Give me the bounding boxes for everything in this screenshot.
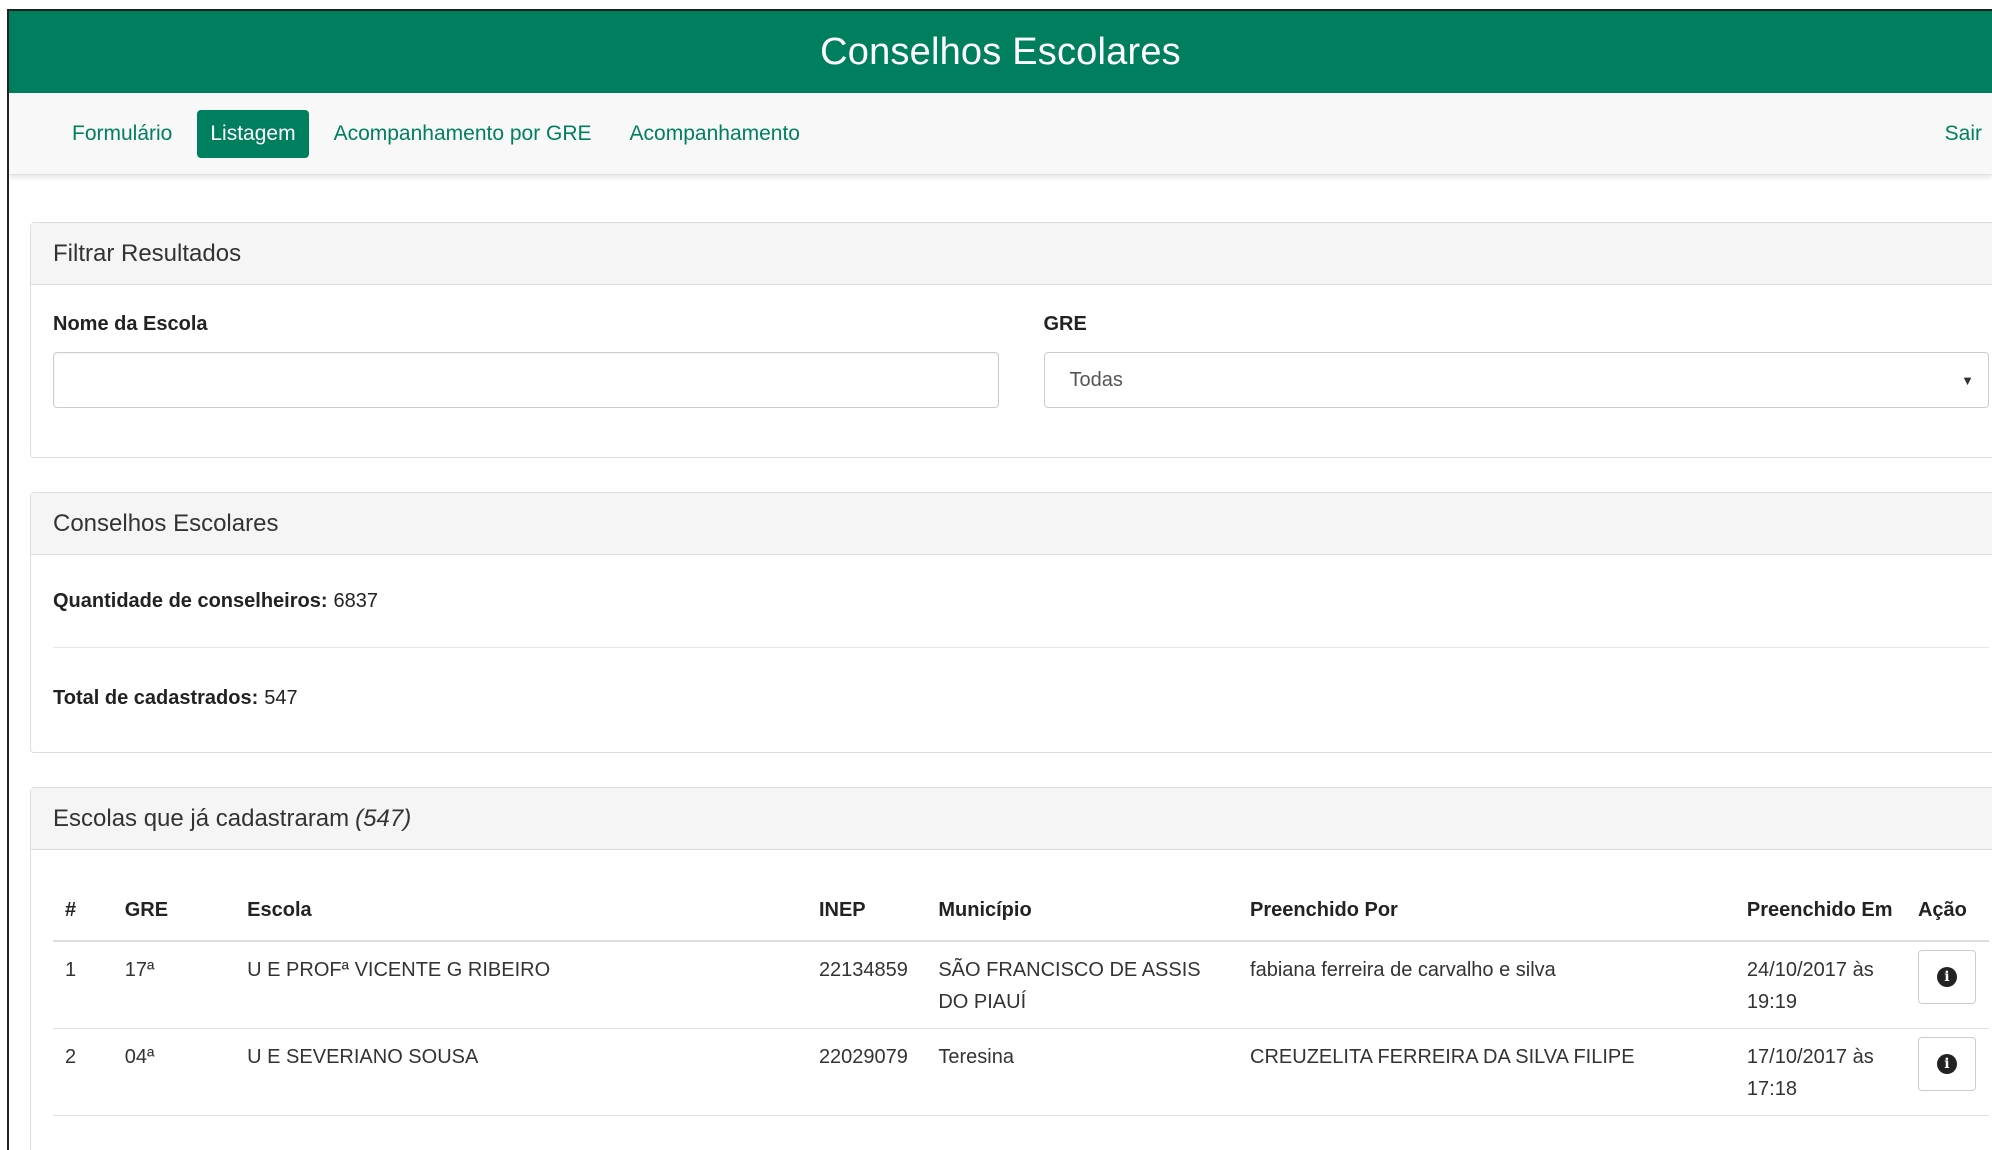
filter-panel-heading: Filtrar Resultados bbox=[31, 223, 1992, 285]
cell-filled-by: CREUZELITA FERREIRA DA SILVA FILIPE bbox=[1238, 1028, 1735, 1116]
cell-number: 2 bbox=[53, 1028, 113, 1116]
registered-count-label: Total de cadastrados: bbox=[53, 687, 259, 709]
info-button[interactable]: i bbox=[1917, 1037, 1976, 1091]
schools-list-title: Escolas que já cadastraram bbox=[53, 804, 350, 832]
table-row: 2 04ª U E SEVERIANO SOUSA 22029079 Teres… bbox=[53, 1028, 1989, 1116]
cell-gre: 17ª bbox=[112, 941, 236, 1029]
cell-inep: 22029079 bbox=[806, 1028, 927, 1116]
cell-school: U E PROFª VICENTE G RIBEIRO bbox=[235, 941, 807, 1029]
counts-body: Quantidade de conselheiros: 6837 Total d… bbox=[31, 555, 1992, 749]
column-header-number[interactable]: # bbox=[53, 886, 113, 942]
cell-action: i bbox=[1905, 1028, 1989, 1116]
app-title: Conselhos Escolares bbox=[820, 30, 1181, 73]
gre-group: GRE Todas ▼ bbox=[1043, 313, 1989, 408]
cell-filled-by: fabiana ferreira de carvalho e silva bbox=[1238, 941, 1735, 1029]
column-header-inep[interactable]: INEP bbox=[806, 886, 927, 942]
navbar: Formulário Listagem Acompanhamento por G… bbox=[9, 93, 1992, 175]
column-header-filled-by[interactable]: Preenchido Por bbox=[1238, 886, 1735, 942]
logout-link[interactable]: Sair bbox=[1945, 122, 1982, 146]
cell-action: i bbox=[1905, 941, 1989, 1029]
schools-table-wrapper: # GRE Escola INEP Município Preenchido P… bbox=[31, 850, 1992, 1116]
info-circle-icon: i bbox=[1936, 1054, 1957, 1074]
registered-count-value: 547 bbox=[264, 687, 298, 709]
nav-item-formulario[interactable]: Formulário bbox=[59, 110, 185, 158]
column-header-city[interactable]: Município bbox=[926, 886, 1239, 942]
nav-item-listagem[interactable]: Listagem bbox=[197, 109, 309, 158]
main-content: Filtrar Resultados Nome da Escola GRE To… bbox=[9, 222, 1992, 1150]
cell-filled-at: 17/10/2017 às 17:18 bbox=[1734, 1028, 1906, 1116]
councils-count-value: 6837 bbox=[333, 589, 379, 612]
gre-select-value: Todas bbox=[1069, 368, 1123, 391]
gre-label: GRE bbox=[1043, 313, 1087, 335]
cell-number: 1 bbox=[53, 941, 113, 1029]
nav-item-acompanhamento-por-gre[interactable]: Acompanhamento por GRE bbox=[321, 110, 605, 158]
school-name-label: Nome da Escola bbox=[53, 313, 208, 335]
column-header-filled-at[interactable]: Preenchido Em bbox=[1734, 886, 1906, 942]
registered-count-row: Total de cadastrados: 547 bbox=[53, 647, 1989, 749]
cell-inep: 22134859 bbox=[806, 941, 927, 1029]
filter-form: Nome da Escola GRE Todas ▼ bbox=[31, 285, 1992, 408]
app-header: Conselhos Escolares bbox=[9, 11, 1992, 93]
counts-panel-heading: Conselhos Escolares bbox=[31, 493, 1992, 555]
counts-panel: Conselhos Escolares Quantidade de consel… bbox=[30, 492, 1992, 753]
cell-gre: 04ª bbox=[112, 1028, 236, 1116]
table-header-row: # GRE Escola INEP Município Preenchido P… bbox=[53, 886, 1989, 942]
schools-list-heading: Escolas que já cadastraram (547) bbox=[31, 788, 1992, 850]
gre-select[interactable]: Todas ▼ bbox=[1043, 352, 1989, 408]
filter-panel: Filtrar Resultados Nome da Escola GRE To… bbox=[30, 222, 1992, 458]
cell-filled-at: 24/10/2017 às 19:19 bbox=[1734, 941, 1906, 1029]
schools-list-panel: Escolas que já cadastraram (547) # GRE E… bbox=[30, 787, 1992, 1150]
info-circle-icon: i bbox=[1936, 967, 1957, 987]
cell-school: U E SEVERIANO SOUSA bbox=[235, 1028, 807, 1116]
cell-city: SÃO FRANCISCO DE ASSIS DO PIAUÍ bbox=[926, 941, 1239, 1029]
schools-table: # GRE Escola INEP Município Preenchido P… bbox=[53, 886, 1989, 1116]
table-row: 1 17ª U E PROFª VICENTE G RIBEIRO 221348… bbox=[53, 941, 1989, 1029]
caret-down-icon: ▼ bbox=[1961, 372, 1974, 388]
school-name-group: Nome da Escola bbox=[53, 313, 999, 408]
nav-item-acompanhamento[interactable]: Acompanhamento bbox=[617, 110, 813, 158]
school-name-input[interactable] bbox=[53, 352, 999, 408]
cell-city: Teresina bbox=[926, 1028, 1239, 1116]
info-button[interactable]: i bbox=[1917, 950, 1976, 1004]
app-window: Conselhos Escolares Formulário Listagem … bbox=[7, 9, 1992, 1150]
councils-count-label: Quantidade de conselheiros: bbox=[53, 589, 328, 612]
column-header-gre[interactable]: GRE bbox=[112, 886, 236, 942]
column-header-action: Ação bbox=[1905, 886, 1989, 942]
column-header-school[interactable]: Escola bbox=[235, 886, 807, 942]
councils-count-row: Quantidade de conselheiros: 6837 bbox=[53, 555, 1989, 647]
schools-list-count: (547) bbox=[355, 804, 412, 832]
